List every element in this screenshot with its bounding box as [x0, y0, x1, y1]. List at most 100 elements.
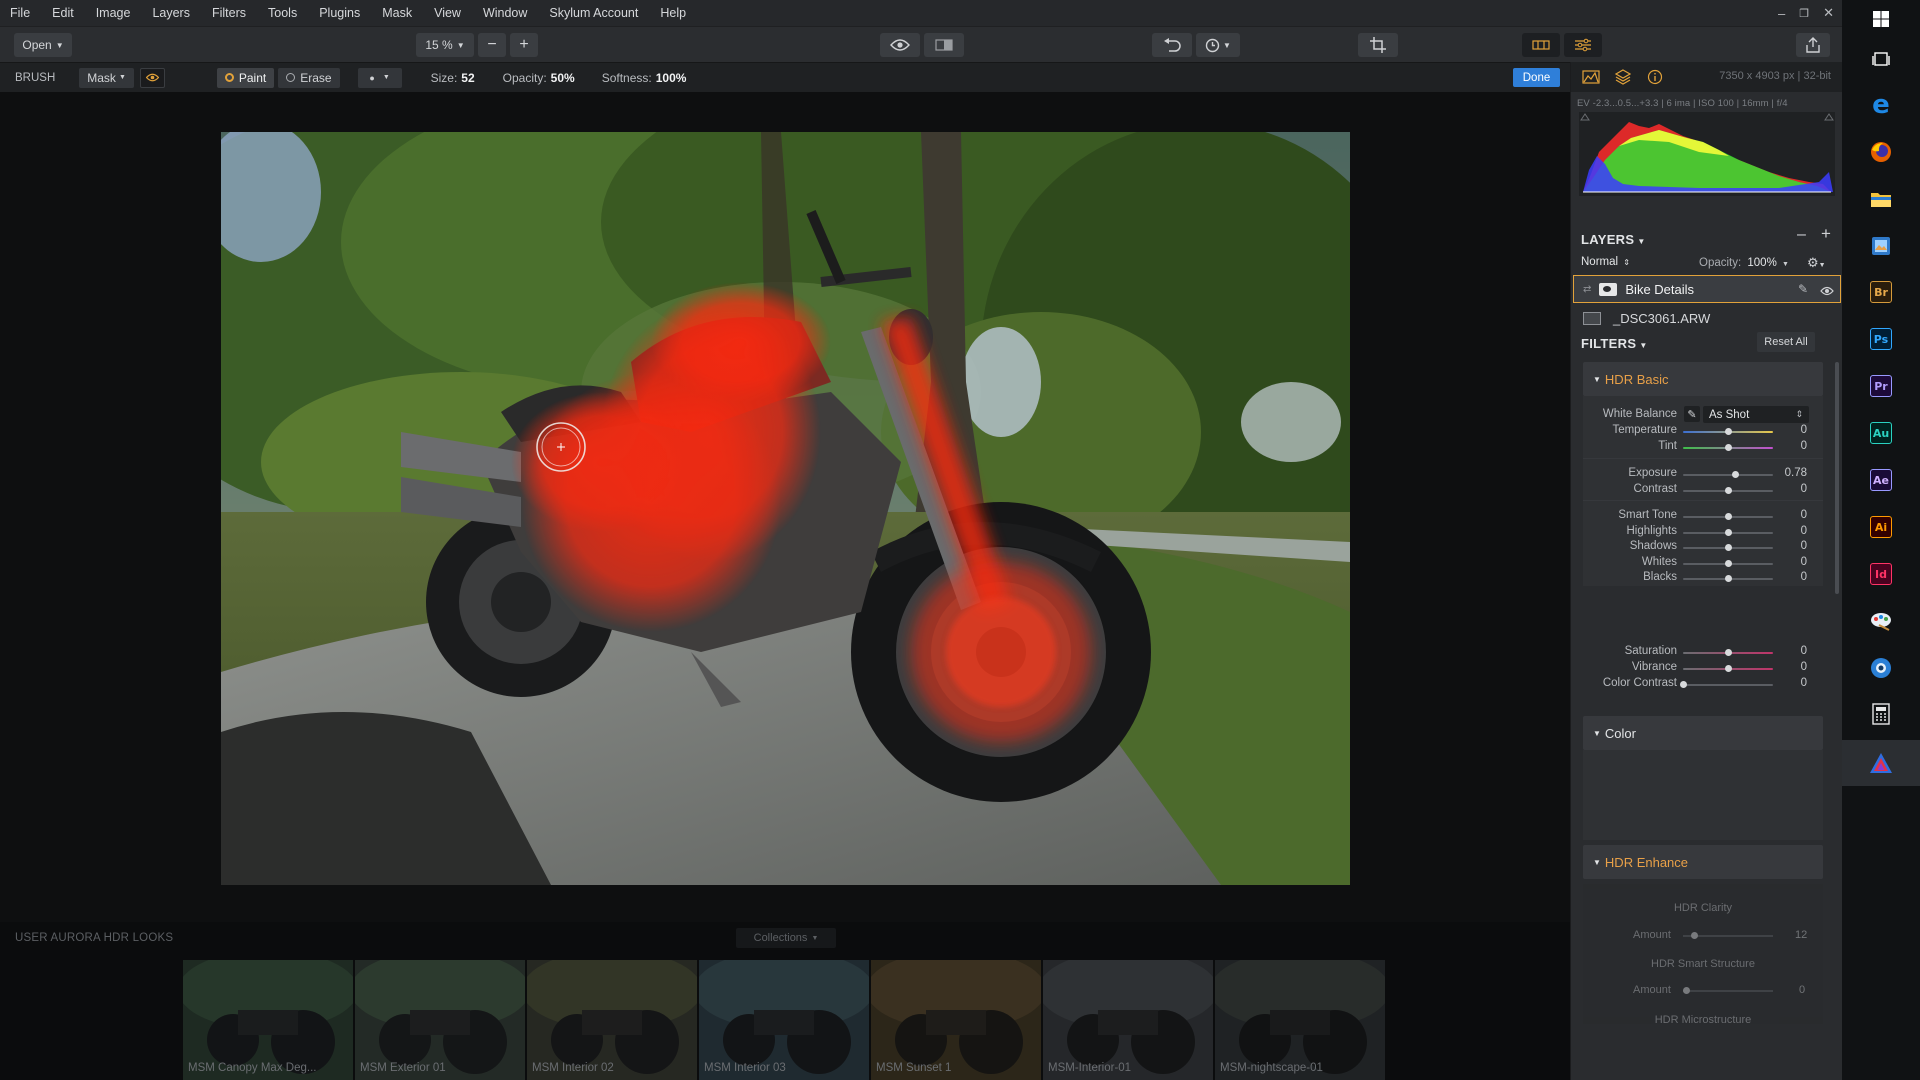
slider-knob[interactable]	[1679, 681, 1687, 688]
info-tab[interactable]	[1645, 67, 1665, 87]
history-button[interactable]: ▼	[1196, 33, 1240, 57]
slider-value[interactable]: 0	[1801, 509, 1807, 521]
opacity-value[interactable]: 50%	[551, 71, 575, 85]
done-button[interactable]: Done	[1513, 68, 1560, 87]
slider-value[interactable]: 0	[1801, 661, 1807, 673]
slider-knob[interactable]	[1724, 513, 1732, 520]
menu-file[interactable]: File	[0, 0, 41, 26]
menu-help[interactable]: Help	[649, 0, 697, 26]
menu-view[interactable]: View	[423, 0, 472, 26]
hdr-smart-structure-amount-slider[interactable]	[1683, 987, 1773, 994]
mask-visibility-toggle[interactable]	[139, 67, 165, 88]
slider-knob[interactable]	[1724, 487, 1732, 494]
layer-settings-button[interactable]: ⚙▼	[1807, 255, 1826, 271]
menu-skylum-account[interactable]: Skylum Account	[538, 0, 649, 26]
look-thumbnail[interactable]: MSM-nightscape-01	[1215, 960, 1385, 1080]
look-thumbnail[interactable]: MSM-Interior-01	[1043, 960, 1213, 1080]
restore-icon[interactable]: ❐	[1799, 7, 1809, 20]
audition-icon[interactable]: Au	[1866, 418, 1896, 448]
camera-app-icon[interactable]	[1866, 653, 1896, 683]
looks-toggle-button[interactable]	[1522, 33, 1560, 57]
slider-value[interactable]: 0	[1801, 645, 1807, 657]
windows-start-icon[interactable]	[1866, 4, 1896, 34]
slider-value[interactable]: 0	[1801, 525, 1807, 537]
collections-dropdown[interactable]: Collections ▼	[736, 928, 836, 948]
brush-preset-dropdown[interactable]: ● ▼	[357, 67, 402, 88]
softness-value[interactable]: 100%	[656, 71, 687, 85]
close-icon[interactable]: ✕	[1823, 5, 1834, 21]
menu-layers[interactable]: Layers	[141, 0, 201, 26]
slider-value[interactable]: 0	[1801, 556, 1807, 568]
slider-knob[interactable]	[1724, 649, 1732, 656]
menu-mask[interactable]: Mask	[371, 0, 423, 26]
look-thumbnail[interactable]: MSM Canopy Max Deg...	[183, 960, 353, 1080]
filters-section-title[interactable]: FILTERS ▼	[1581, 336, 1648, 351]
photoshop-icon[interactable]: Ps	[1866, 324, 1896, 354]
slider-knob[interactable]	[1724, 529, 1732, 536]
look-thumbnail[interactable]: MSM Exterior 01	[355, 960, 525, 1080]
menu-tools[interactable]: Tools	[257, 0, 308, 26]
menu-filters[interactable]: Filters	[201, 0, 257, 26]
slider-value[interactable]: 0.78	[1785, 467, 1807, 479]
layer-item-bike-details[interactable]: ⇄ Bike Details ✎	[1573, 275, 1841, 303]
menu-image[interactable]: Image	[85, 0, 142, 26]
menu-plugins[interactable]: Plugins	[308, 0, 371, 26]
slider-value[interactable]: 0	[1801, 677, 1807, 689]
blend-mode-dropdown[interactable]: Normal ⇕	[1581, 256, 1630, 268]
zoom-dropdown[interactable]: 15 % ▼	[416, 33, 474, 57]
open-button[interactable]: Open ▼	[14, 33, 72, 57]
motorcycle-photo[interactable]	[221, 132, 1350, 885]
task-view-icon[interactable]	[1866, 44, 1896, 74]
reset-all-button[interactable]: Reset All	[1757, 332, 1815, 352]
crop-button[interactable]	[1358, 33, 1398, 57]
white-balance-dropdown[interactable]: As Shot ⇕	[1703, 406, 1809, 423]
slider-track[interactable]	[1683, 474, 1773, 476]
zoom-in-button[interactable]: +	[510, 33, 538, 57]
eyedropper-icon[interactable]: ✎	[1684, 406, 1700, 422]
slider-knob[interactable]	[1724, 560, 1732, 567]
after-effects-icon[interactable]: Ae	[1866, 465, 1896, 495]
menu-edit[interactable]: Edit	[41, 0, 85, 26]
mask-dropdown[interactable]: Mask ▼	[79, 67, 134, 88]
preview-button[interactable]	[880, 33, 920, 57]
bridge-icon[interactable]: Br	[1866, 277, 1896, 307]
layers-tab[interactable]	[1613, 67, 1633, 87]
paint-button[interactable]: Paint	[216, 67, 275, 88]
edge-icon[interactable]: e	[1866, 90, 1896, 120]
slider-knob[interactable]	[1724, 428, 1732, 435]
layers-section-title[interactable]: LAYERS ▼	[1581, 232, 1646, 247]
layer-item-base-image[interactable]: _DSC3061.ARW	[1573, 304, 1841, 332]
slider-knob[interactable]	[1724, 575, 1732, 582]
hdr-enhance-header[interactable]: ▼ HDR Enhance	[1583, 845, 1823, 879]
zoom-out-button[interactable]: −	[478, 33, 506, 57]
aurora-hdr-icon[interactable]	[1866, 748, 1896, 778]
illustrator-icon[interactable]: Ai	[1866, 512, 1896, 542]
file-explorer-icon[interactable]	[1866, 184, 1896, 214]
slider-value[interactable]: 0	[1801, 440, 1807, 452]
color-header[interactable]: ▼ Color	[1583, 716, 1823, 750]
eye-icon[interactable]	[1820, 284, 1834, 299]
undo-button[interactable]	[1152, 33, 1192, 57]
slider-knob[interactable]	[1731, 471, 1739, 478]
histogram-tab[interactable]	[1581, 67, 1601, 87]
indesign-icon[interactable]: Id	[1866, 559, 1896, 589]
minimize-icon[interactable]: –	[1778, 6, 1785, 21]
paint-app-icon[interactable]	[1866, 606, 1896, 636]
menu-window[interactable]: Window	[472, 0, 538, 26]
brush-edit-icon[interactable]: ✎	[1798, 282, 1808, 296]
slider-knob[interactable]	[1724, 665, 1732, 672]
compare-button[interactable]	[924, 33, 964, 57]
look-thumbnail[interactable]: MSM Interior 03	[699, 960, 869, 1080]
hdr-clarity-amount-slider[interactable]	[1683, 932, 1773, 939]
slider-value[interactable]: 0	[1801, 571, 1807, 583]
look-thumbnail[interactable]: MSM Sunset 1	[871, 960, 1041, 1080]
slider-knob[interactable]	[1724, 444, 1732, 451]
slider-value[interactable]: 0	[1801, 540, 1807, 552]
erase-button[interactable]: Erase	[278, 67, 340, 88]
share-button[interactable]	[1796, 33, 1830, 57]
filters-toggle-button[interactable]	[1564, 33, 1602, 57]
slider-value[interactable]: 0	[1801, 424, 1807, 436]
slider-knob[interactable]	[1724, 544, 1732, 551]
size-value[interactable]: 52	[461, 71, 474, 85]
slider-value[interactable]: 0	[1801, 483, 1807, 495]
